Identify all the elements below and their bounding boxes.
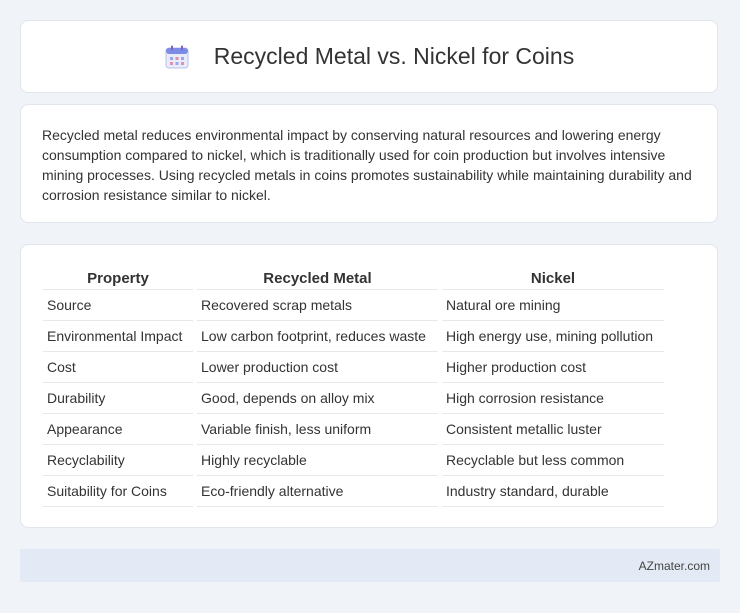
table-row: Recyclability Highly recyclable Recyclab… — [43, 445, 664, 476]
column-header-property: Property — [43, 267, 193, 290]
title-card: Recycled Metal vs. Nickel for Coins — [20, 20, 718, 93]
table-row: Cost Lower production cost Higher produc… — [43, 352, 664, 383]
nickel-cell: Natural ore mining — [442, 290, 664, 321]
recycled-metal-cell: Variable finish, less uniform — [197, 414, 438, 445]
table-row: Environmental Impact Low carbon footprin… — [43, 321, 664, 352]
recycled-metal-cell: Low carbon footprint, reduces waste — [197, 321, 438, 352]
footer-site-link[interactable]: AZmater.com — [639, 559, 710, 573]
table-row: Durability Good, depends on alloy mix Hi… — [43, 383, 664, 414]
title-wrap: Recycled Metal vs. Nickel for Coins — [164, 43, 574, 70]
nickel-cell: Consistent metallic luster — [442, 414, 664, 445]
table-row: Source Recovered scrap metals Natural or… — [43, 290, 664, 321]
property-cell: Suitability for Coins — [43, 476, 193, 507]
nickel-cell: Higher production cost — [442, 352, 664, 383]
column-header-nickel: Nickel — [442, 267, 664, 290]
footer: AZmater.com — [20, 549, 720, 582]
calendar-icon — [164, 44, 190, 70]
summary-card: Recycled metal reduces environmental imp… — [20, 104, 718, 223]
recycled-metal-cell: Recovered scrap metals — [197, 290, 438, 321]
table-row: Appearance Variable finish, less uniform… — [43, 414, 664, 445]
nickel-cell: High energy use, mining pollution — [442, 321, 664, 352]
column-header-recycled-metal: Recycled Metal — [197, 267, 438, 290]
property-cell: Recyclability — [43, 445, 193, 476]
property-cell: Cost — [43, 352, 193, 383]
comparison-table: Property Recycled Metal Nickel Source Re… — [39, 267, 668, 507]
property-cell: Environmental Impact — [43, 321, 193, 352]
table-header-row: Property Recycled Metal Nickel — [43, 267, 664, 290]
property-cell: Durability — [43, 383, 193, 414]
recycled-metal-cell: Highly recyclable — [197, 445, 438, 476]
nickel-cell: Industry standard, durable — [442, 476, 664, 507]
recycled-metal-cell: Lower production cost — [197, 352, 438, 383]
summary-text: Recycled metal reduces environmental imp… — [42, 127, 692, 203]
recycled-metal-cell: Eco-friendly alternative — [197, 476, 438, 507]
recycled-metal-cell: Good, depends on alloy mix — [197, 383, 438, 414]
comparison-table-card: Property Recycled Metal Nickel Source Re… — [20, 244, 718, 528]
property-cell: Source — [43, 290, 193, 321]
table-row: Suitability for Coins Eco-friendly alter… — [43, 476, 664, 507]
nickel-cell: Recyclable but less common — [442, 445, 664, 476]
nickel-cell: High corrosion resistance — [442, 383, 664, 414]
page-title: Recycled Metal vs. Nickel for Coins — [213, 43, 575, 69]
property-cell: Appearance — [43, 414, 193, 445]
